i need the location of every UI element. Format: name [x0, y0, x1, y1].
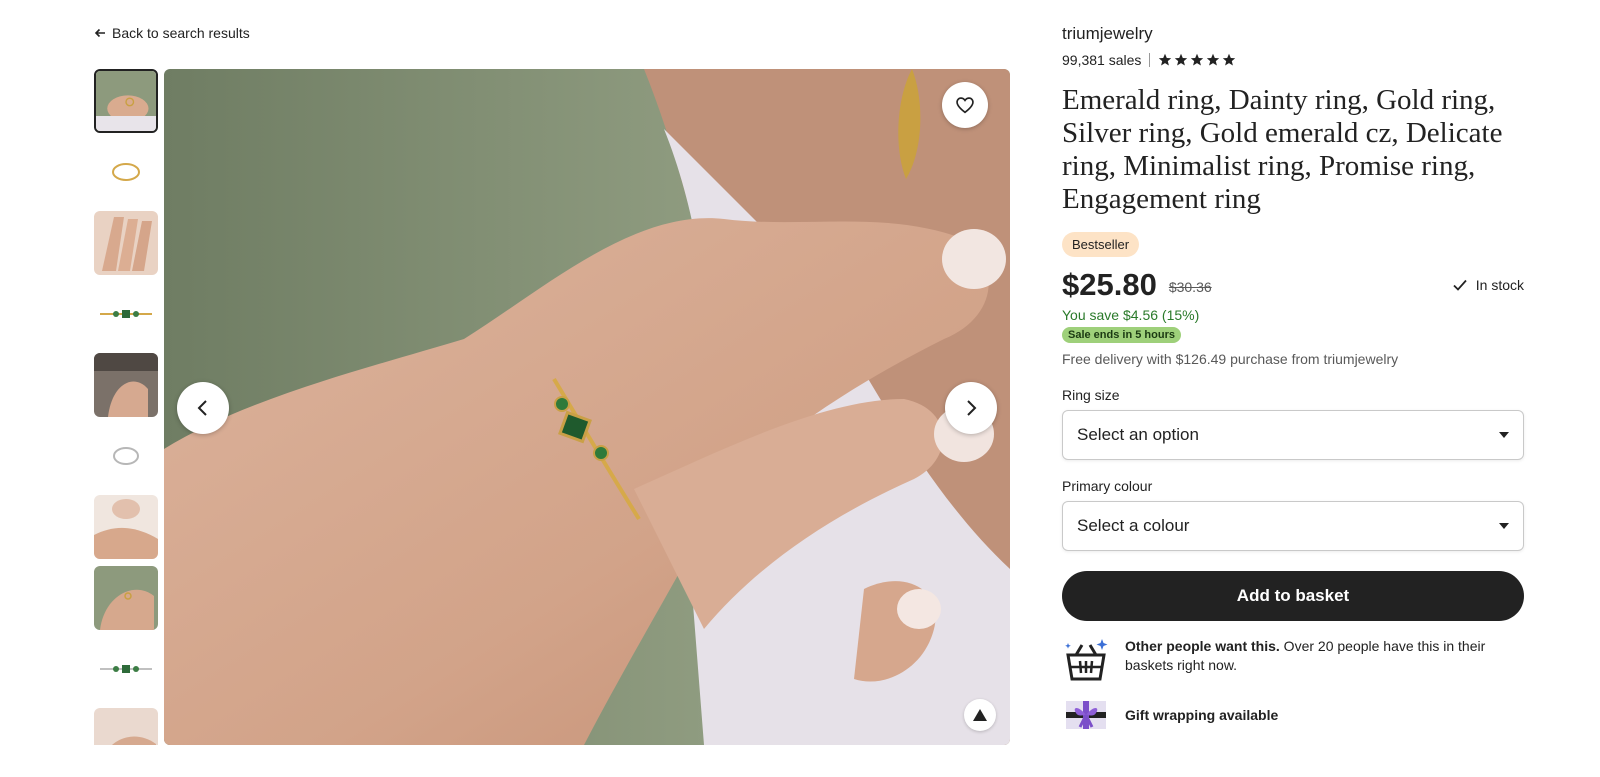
product-title: Emerald ring, Dainty ring, Gold ring, Si…	[1062, 84, 1503, 215]
bestseller-badge: Bestseller	[1062, 232, 1140, 257]
thumbnail-1[interactable]	[94, 69, 158, 133]
shop-name-link[interactable]: triumjewelry	[1062, 24, 1153, 44]
check-icon	[1453, 279, 1467, 291]
basket-icon	[1065, 639, 1108, 681]
sales-count: 99,381 sales	[1062, 52, 1142, 68]
gift-text: Gift wrapping available	[1125, 707, 1279, 723]
product-details-panel: triumjewelry 99,381 sales Emerald ring, …	[1062, 24, 1524, 733]
thumbnail-5[interactable]	[94, 353, 158, 417]
favorite-button[interactable]	[942, 82, 988, 128]
previous-image-button[interactable]	[177, 382, 229, 434]
meta-divider	[1149, 53, 1151, 67]
main-product-image[interactable]	[164, 69, 1010, 745]
current-price: $25.80	[1062, 267, 1157, 302]
thumbnail-4[interactable]	[94, 282, 158, 346]
star-icon	[1191, 53, 1204, 66]
thumbnail-strip	[94, 69, 158, 745]
thumbnail-7[interactable]	[94, 495, 158, 559]
demand-bold: Other people want this.	[1125, 638, 1280, 654]
zoom-icon	[973, 709, 987, 721]
original-price: $30.36	[1168, 279, 1212, 295]
chevron-right-icon	[967, 400, 977, 416]
colour-select[interactable]: Select a colour	[1062, 501, 1524, 551]
gift-icon	[1066, 701, 1106, 729]
ring-size-value: Select an option	[1077, 425, 1199, 444]
star-icon	[1175, 53, 1188, 66]
star-icon	[1159, 53, 1172, 66]
sale-ends-badge: Sale ends in 5 hours	[1062, 327, 1181, 343]
stock-label: In stock	[1475, 277, 1524, 293]
demand-text: Other people want this. Over 20 people h…	[1125, 637, 1524, 675]
stock-status: In stock	[1452, 277, 1524, 293]
star-icon	[1207, 53, 1220, 66]
thumbnail-6[interactable]	[94, 424, 158, 488]
star-rating[interactable]	[1158, 53, 1236, 67]
shop-meta: 99,381 sales	[1062, 52, 1524, 68]
star-icon	[1223, 53, 1236, 66]
heart-icon	[956, 97, 974, 114]
product-photo	[164, 69, 1010, 745]
delivery-info: Free delivery with $126.49 purchase from…	[1062, 351, 1399, 367]
demand-notice: Other people want this. Over 20 people h…	[1062, 637, 1524, 683]
colour-label: Primary colour	[1062, 478, 1153, 494]
caret-down-icon	[1499, 523, 1509, 529]
thumbnail-10[interactable]	[94, 708, 158, 745]
thumbnail-2[interactable]	[94, 140, 158, 204]
savings-text: You save $4.56 (15%)	[1062, 307, 1200, 323]
chevron-left-icon	[197, 400, 207, 416]
add-to-basket-button[interactable]: Add to basket	[1062, 571, 1524, 621]
back-to-search-link[interactable]: Back to search results	[94, 25, 250, 41]
next-image-button[interactable]	[945, 382, 997, 434]
back-link-label: Back to search results	[112, 25, 250, 41]
ring-size-select[interactable]: Select an option	[1062, 410, 1524, 460]
thumbnail-9[interactable]	[94, 637, 158, 701]
zoom-button[interactable]	[964, 699, 996, 731]
colour-value: Select a colour	[1077, 516, 1190, 535]
ring-size-label: Ring size	[1062, 387, 1120, 403]
thumbnail-3[interactable]	[94, 211, 158, 275]
caret-down-icon	[1499, 432, 1509, 438]
price-row: $25.80 $30.36 In stock	[1062, 267, 1524, 303]
gift-wrapping-notice: Gift wrapping available	[1062, 697, 1524, 733]
thumbnail-8[interactable]	[94, 566, 158, 630]
arrow-left-icon	[94, 28, 105, 38]
